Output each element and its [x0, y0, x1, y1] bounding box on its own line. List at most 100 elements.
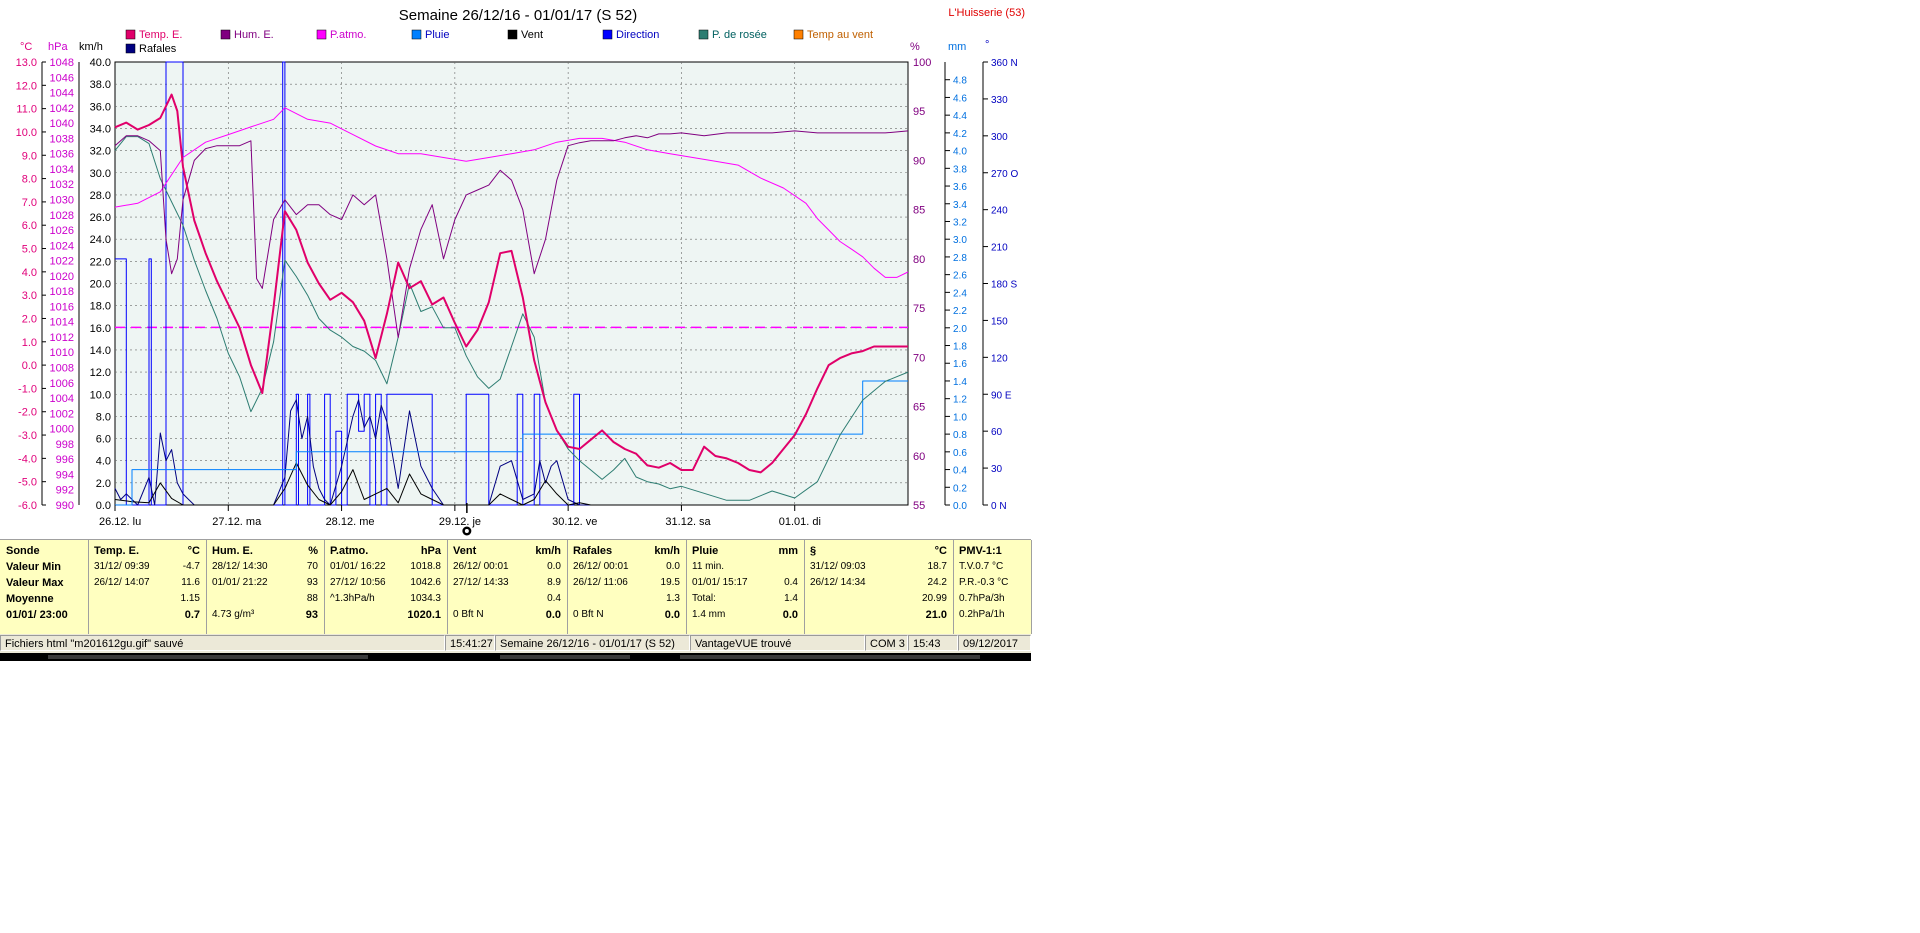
summary-cell-label: 26/12/ 14:34: [810, 577, 866, 588]
direction-axis-label: 270 O: [991, 169, 1018, 180]
direction-axis-label: 60: [991, 427, 1003, 438]
pressure-axis-label: 1038: [50, 133, 74, 145]
temp-axis-unit: °C: [20, 41, 32, 53]
pressure-axis-label: 1030: [50, 194, 74, 206]
status-port: COM 3: [865, 635, 908, 651]
humidity-axis-label: 95: [913, 106, 925, 118]
summary-row: 27/12/ 10:56 1042.6: [324, 575, 447, 591]
summary-header: § °C: [804, 543, 953, 559]
rain-axis-label: 0.8: [953, 430, 967, 441]
humidity-axis-label: 80: [913, 254, 925, 266]
humidity-axis-label: 55: [913, 500, 925, 512]
humidity-axis-unit: %: [910, 41, 920, 53]
temp-axis-label: -5.0: [18, 477, 37, 489]
temp-axis-label: -4.0: [18, 453, 37, 465]
pressure-axis-label: 1034: [50, 164, 74, 176]
pressure-axis-label: 1040: [50, 118, 74, 130]
summary-cell-label: T.V.0.7 °C: [959, 561, 1004, 572]
rain-axis-label: 0.6: [953, 448, 967, 459]
summary-cell-value: 20.99: [921, 593, 947, 604]
rain-axis-label: 4.6: [953, 93, 967, 104]
wind-axis-label: 14.0: [90, 345, 111, 357]
temp-axis-label: -6.0: [18, 500, 37, 512]
summary-cell-label: Vent: [453, 545, 477, 557]
humidity-axis-label: 100: [913, 57, 931, 69]
summary-cell-label: Valeur Min: [6, 561, 62, 573]
summary-cell-value: 1018.8: [410, 561, 441, 572]
rain-axis-label: 0.4: [953, 466, 967, 477]
summary-cell-label: 28/12/ 14:30: [212, 561, 268, 572]
summary-cell-label: Sonde: [6, 545, 40, 557]
wind-axis-label: 0.0: [96, 500, 111, 512]
summary-row: Valeur Max: [0, 575, 88, 591]
summary-row: 4.73 g/m³ 93: [206, 607, 324, 623]
wind-axis-label: 34.0: [90, 123, 111, 135]
wind-axis-label: 4.0: [96, 456, 111, 468]
pressure-axis-label: 998: [56, 439, 74, 451]
summary-cell-label: 26/12/ 00:01: [573, 561, 629, 572]
rain-axis-label: 2.0: [953, 324, 967, 335]
summary-cell-value: 11.6: [181, 577, 200, 588]
wind-axis-label: 18.0: [90, 301, 111, 313]
summary-cell-value: 70: [306, 561, 318, 572]
summary-cell-label: 11 min.: [692, 561, 725, 572]
summary-row: P.R.-0.3 °C: [953, 575, 1031, 591]
temp-axis-label: 10.0: [16, 127, 37, 139]
summary-cell-value: 0.0: [545, 609, 561, 621]
pressure-axis-label: 1044: [50, 88, 74, 100]
summary-row: 01/01/ 16:22 1018.8: [324, 559, 447, 575]
summary-cell-value: °C: [187, 545, 200, 557]
direction-axis-label: 240: [991, 206, 1008, 217]
direction-axis-label: 300: [991, 132, 1008, 143]
rain-axis-label: 3.6: [953, 182, 967, 193]
summary-cell-value: 18.7: [927, 561, 947, 572]
summary-cell-label: Pluie: [692, 545, 719, 557]
humidity-axis-label: 75: [913, 303, 925, 315]
temp-axis-label: 5.0: [22, 244, 37, 256]
summary-cell-value: 8.9: [547, 577, 561, 588]
legend-swatch: [220, 29, 231, 40]
summary-cell-value: 1042.6: [410, 577, 441, 588]
legend-swatch: [793, 29, 804, 40]
summary-row: 26/12/ 00:01 0.0: [567, 559, 686, 575]
status-date: 09/12/2017: [958, 635, 1031, 651]
summary-cell-label: 27/12/ 14:33: [453, 577, 509, 588]
summary-row: 20.99: [804, 591, 953, 607]
summary-cell-label: Rafales: [573, 545, 613, 557]
summary-cell-value: hPa: [420, 545, 441, 557]
summary-cell-value: 88: [306, 593, 318, 604]
pressure-axis-label: 1010: [50, 347, 74, 359]
temp-axis-label: 13.0: [16, 57, 37, 69]
summary-cell-value: km/h: [535, 545, 561, 557]
pressure-axis-label: 1042: [50, 103, 74, 115]
legend-label: P. de rosée: [712, 29, 767, 41]
summary-header: Pluie mm: [686, 543, 804, 559]
temp-axis-label: 8.0: [22, 174, 37, 186]
pressure-axis-label: 1048: [50, 57, 74, 69]
direction-axis-label: 210: [991, 243, 1008, 254]
summary-row: 01/01/ 15:17 0.4: [686, 575, 804, 591]
x-axis-label: 29.12. je: [439, 516, 481, 528]
summary-row: 01/01/ 21:22 93: [206, 575, 324, 591]
summary-cell-label: 31/12/ 09:03: [810, 561, 866, 572]
pressure-axis-label: 1028: [50, 210, 74, 222]
weather-app-window: Semaine 26/12/16 - 01/01/17 (S 52) L'Hui…: [0, 0, 1032, 661]
summary-cell-label: ^1.3hPa/h: [330, 593, 375, 604]
summary-cell-label: P.R.-0.3 °C: [959, 577, 1009, 588]
summary-cell-value: 1.3: [666, 593, 680, 604]
direction-axis-label: 0 N: [991, 501, 1007, 512]
pressure-axis-label: 992: [56, 485, 74, 497]
x-axis-label: 26.12. lu: [99, 516, 141, 528]
summary-cell-label: Hum. E.: [212, 545, 253, 557]
summary-row: 0 Bft N 0.0: [447, 607, 567, 623]
summary-row: 88: [206, 591, 324, 607]
legend-swatch: [411, 29, 422, 40]
legend-label: Temp. E.: [139, 29, 182, 41]
summary-column: Hum. E.% 28/12/ 14:30 70 01/01/ 21:22 93 88 4.…: [206, 540, 325, 634]
wind-axis-label: 16.0: [90, 323, 111, 335]
summary-row: 26/12/ 14:07 11.6: [88, 575, 206, 591]
pressure-axis-label: 1006: [50, 378, 74, 390]
legend-label: Vent: [521, 29, 543, 41]
summary-row: Total: 1.4: [686, 591, 804, 607]
legend-swatch: [602, 29, 613, 40]
